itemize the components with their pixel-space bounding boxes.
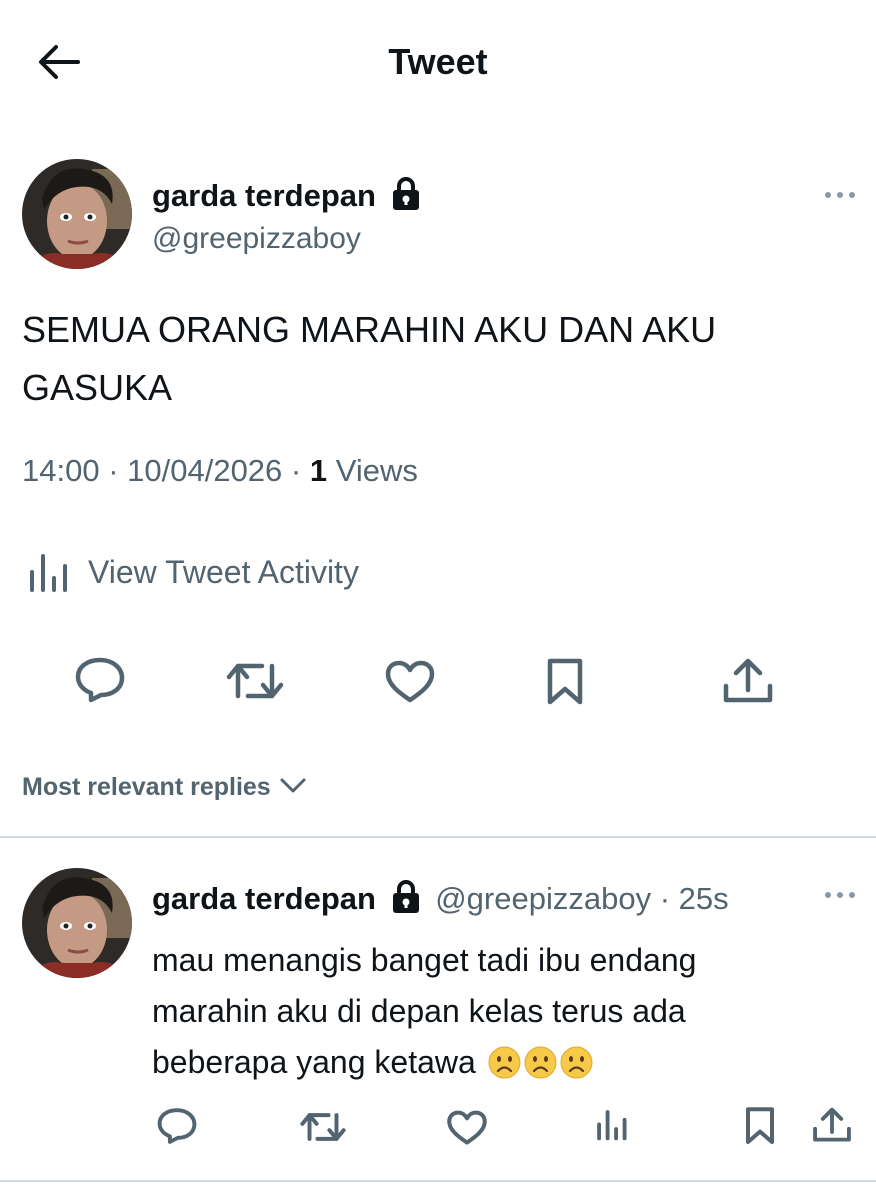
retweet-button[interactable] xyxy=(226,660,284,702)
reply-like-button[interactable] xyxy=(446,1110,488,1146)
reply-views-button[interactable] xyxy=(596,1108,630,1144)
chevron-down-icon xyxy=(279,777,307,795)
bookmark-icon xyxy=(547,658,583,705)
tweet-text-line: SEMUA ORANG MARAHIN AKU DAN AKU xyxy=(22,309,717,350)
tweet-text: SEMUA ORANG MARAHIN AKU DAN AKU GASUKA xyxy=(22,301,716,417)
lock-icon xyxy=(391,879,421,913)
tweet-meta: 14:00 · 10/04/2026 · 1 Views xyxy=(22,453,418,488)
reply-avatar[interactable] xyxy=(22,868,132,978)
reply-bookmark-button[interactable] xyxy=(744,1106,776,1146)
analytics-icon xyxy=(30,554,67,592)
reply-text: mau menangis banget tadi ibu endang mara… xyxy=(152,935,696,1088)
reply-text-line: mau menangis banget tadi ibu endang xyxy=(152,942,697,978)
author-handle[interactable]: @greepizzaboy xyxy=(152,222,361,256)
divider xyxy=(0,1180,876,1182)
lock-icon xyxy=(391,176,421,210)
tweet-text-line: GASUKA xyxy=(22,367,173,408)
views-label: Views xyxy=(335,453,418,488)
more-options-button[interactable] xyxy=(820,185,860,205)
tweet-date[interactable]: 10/04/2026 xyxy=(127,453,282,488)
frowning-face-emoji xyxy=(524,1046,557,1079)
page-title: Tweet xyxy=(388,41,488,82)
replies-sort-dropdown[interactable]: Most relevant replies xyxy=(22,773,307,802)
view-tweet-activity-button[interactable]: View Tweet Activity xyxy=(28,552,408,596)
heart-icon xyxy=(385,660,435,703)
avatar[interactable] xyxy=(22,159,132,269)
reply-age[interactable]: 25s xyxy=(679,881,729,916)
analytics-icon xyxy=(597,1110,627,1141)
reply-retweet-button[interactable] xyxy=(300,1110,346,1144)
bookmark-icon xyxy=(746,1107,774,1144)
reply-text-line: marahin aku di depan kelas terus ada xyxy=(152,993,686,1029)
reply-reply-button[interactable] xyxy=(156,1107,198,1145)
heart-icon xyxy=(447,1110,487,1145)
reply-share-button[interactable] xyxy=(812,1107,852,1143)
retweet-icon xyxy=(300,1113,346,1141)
like-button[interactable] xyxy=(384,660,436,704)
reply-author-handle[interactable]: @greepizzaboy xyxy=(435,881,651,916)
replies-sort-label: Most relevant replies xyxy=(22,773,271,801)
reply-text-line: beberapa yang ketawa xyxy=(152,1044,476,1080)
divider xyxy=(0,836,876,838)
share-icon xyxy=(723,658,773,703)
more-dots-icon xyxy=(825,192,855,198)
author-name[interactable]: garda terdepan xyxy=(152,178,376,213)
frowning-face-emoji xyxy=(488,1046,521,1079)
comment-icon xyxy=(75,657,125,703)
reply-author-name[interactable]: garda terdepan xyxy=(152,881,376,916)
share-icon xyxy=(813,1107,851,1142)
tweet-time[interactable]: 14:00 xyxy=(22,453,100,488)
view-activity-label: View Tweet Activity xyxy=(88,554,359,590)
frowning-face-emoji xyxy=(560,1046,593,1079)
retweet-icon xyxy=(226,663,284,699)
more-dots-icon xyxy=(825,892,855,898)
bookmark-button[interactable] xyxy=(545,657,585,707)
comment-icon xyxy=(157,1108,197,1144)
views-count: 1 xyxy=(309,453,328,488)
reply-button[interactable] xyxy=(74,656,126,704)
share-button[interactable] xyxy=(722,658,774,704)
more-options-button[interactable] xyxy=(820,885,860,905)
